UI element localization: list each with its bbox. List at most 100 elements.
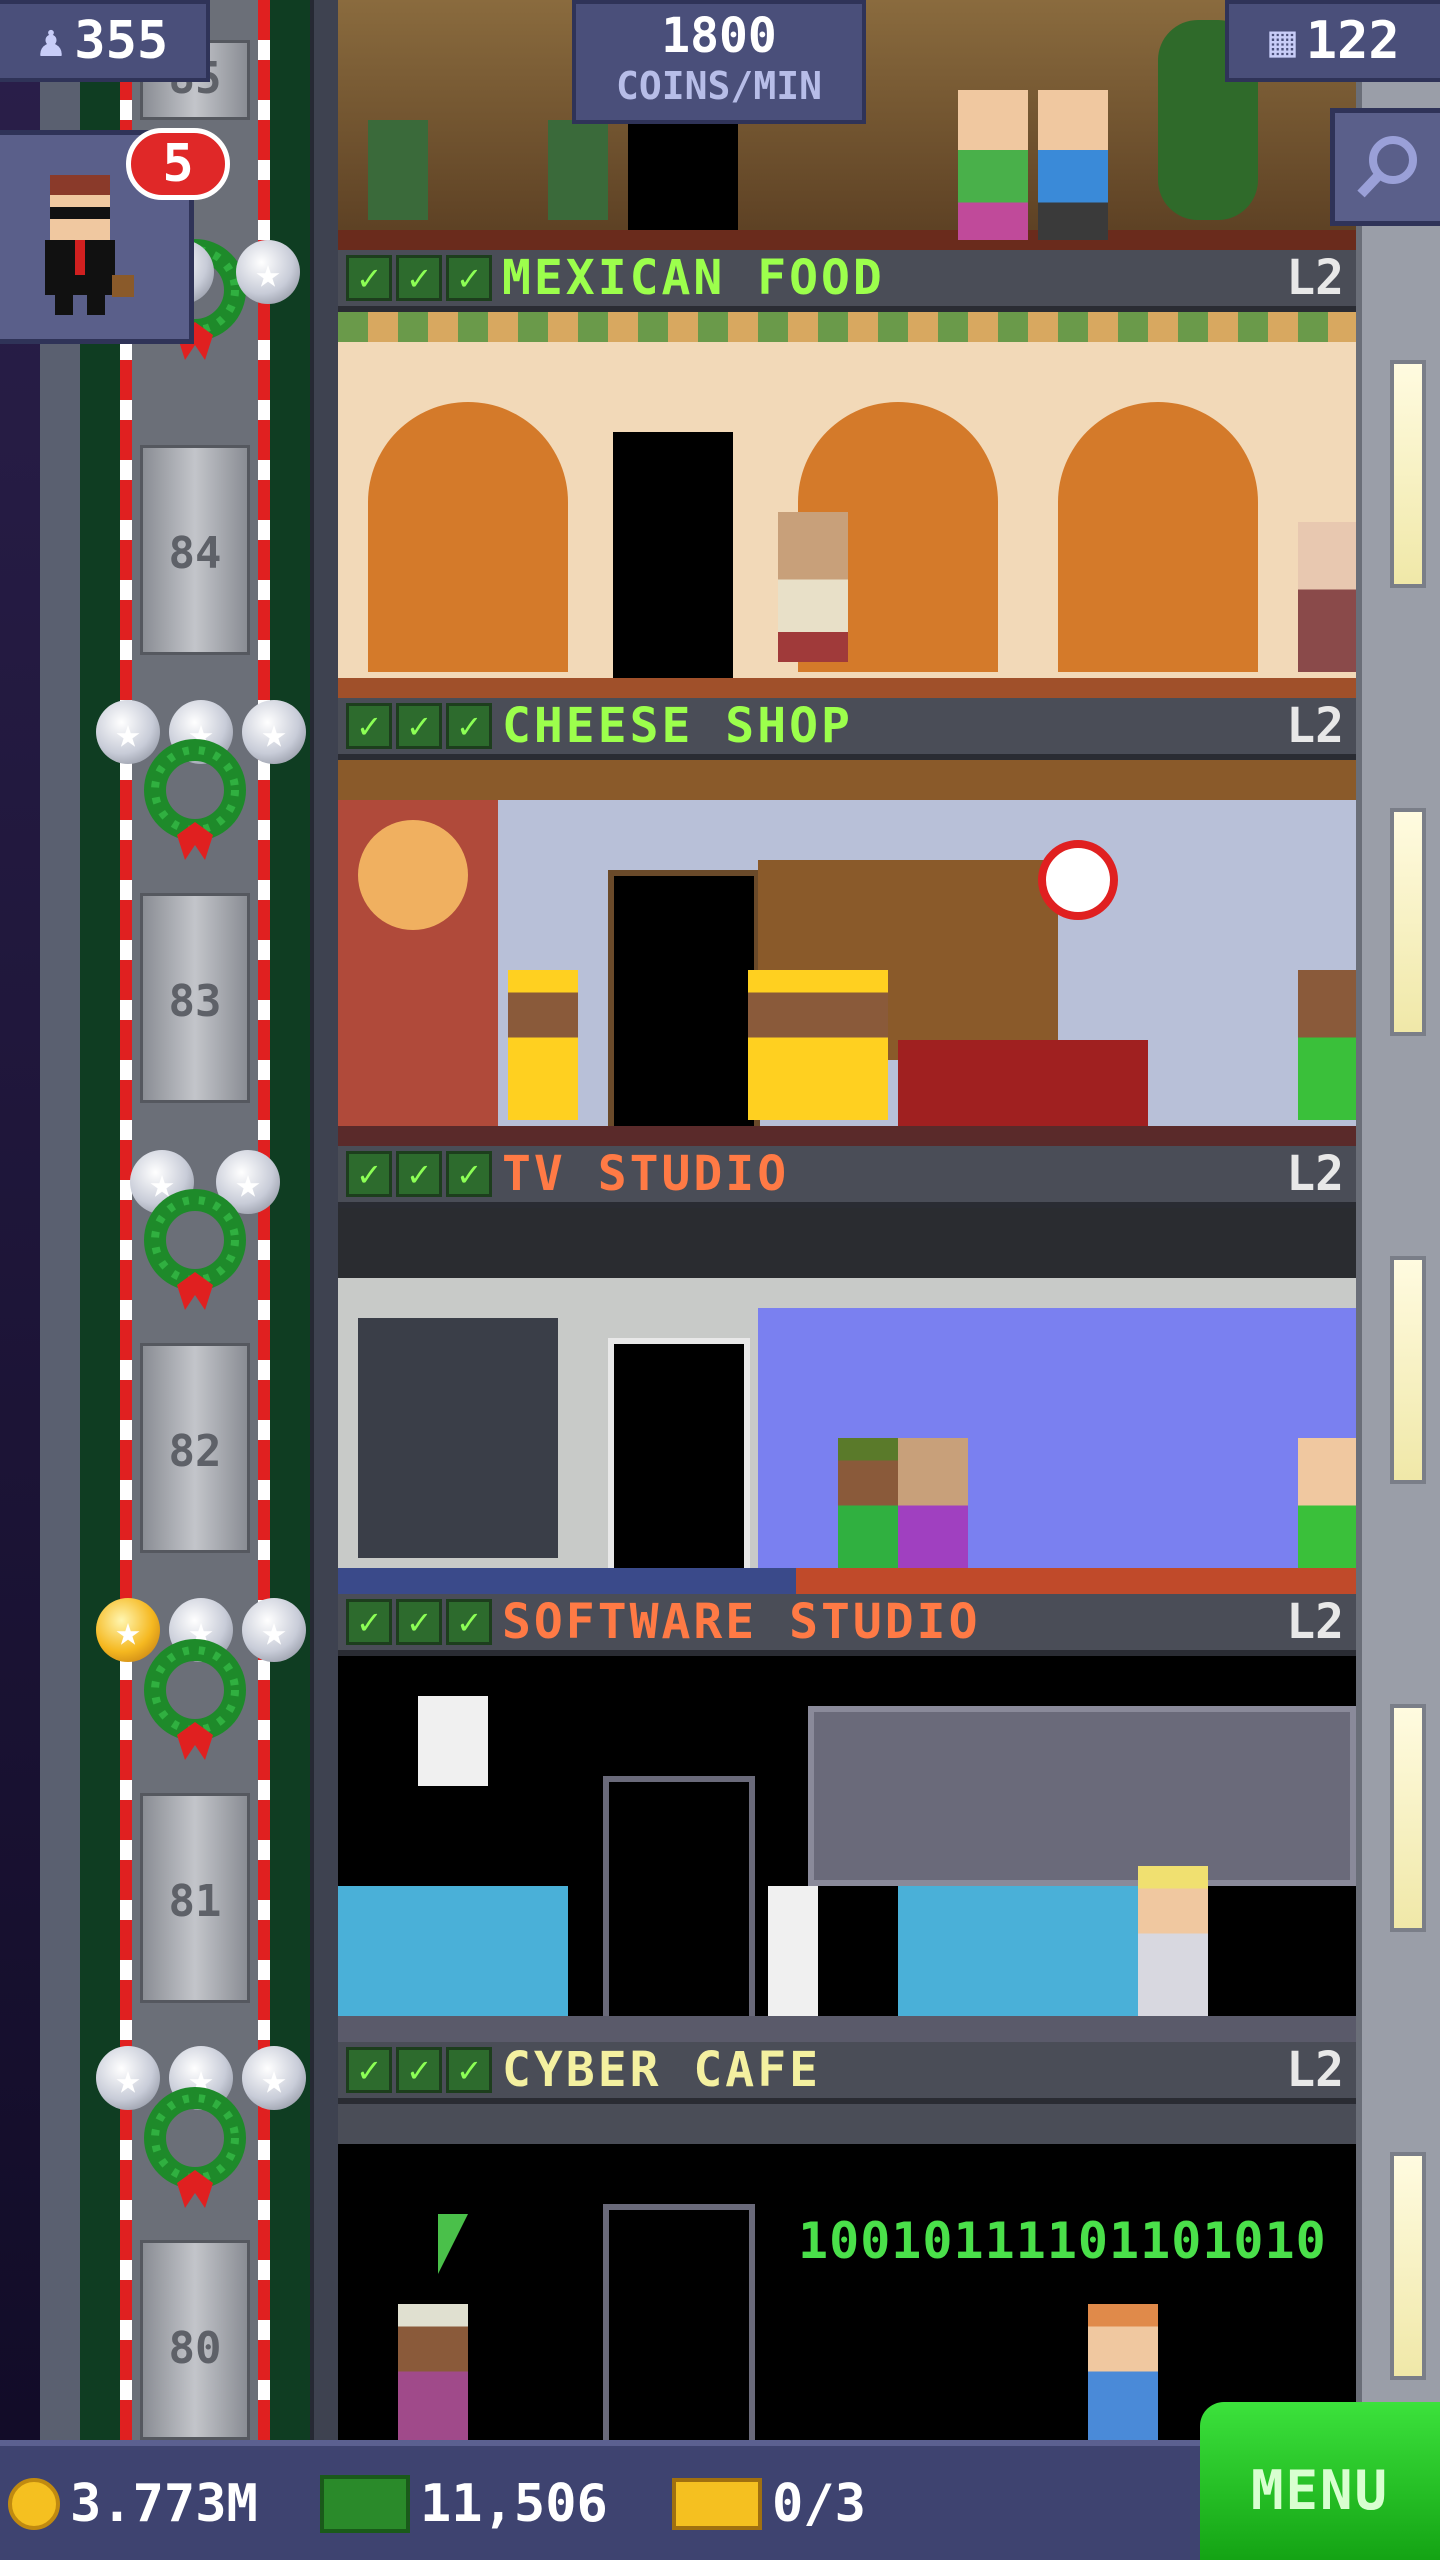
tickets-value: 0/3 [772, 2474, 866, 2534]
floor-header: ✓ ✓ ✓ SOFTWARE STUDIO L2 [338, 1594, 1356, 1656]
floor-number-83: 83 [168, 976, 222, 1027]
check-icon: ✓ [396, 1599, 442, 1645]
floor-number-82: 82 [168, 1426, 222, 1477]
bitizen[interactable] [818, 970, 888, 1120]
coins-value: 3.773M [70, 2474, 258, 2534]
floor-door [608, 870, 760, 1142]
check-icon: ✓ [396, 2047, 442, 2093]
floor-level: L2 [1286, 2042, 1344, 2098]
floor-name: SOFTWARE STUDIO [502, 1594, 981, 1650]
room-interior [338, 1208, 1356, 1594]
chair [368, 120, 428, 220]
bux-value: 11,506 [420, 2474, 608, 2534]
star-icon: ★ [242, 2046, 306, 2110]
floor-number-80: 80 [168, 2323, 222, 2374]
floor-ground [338, 1568, 1356, 1594]
tickets-display[interactable]: 0/3 [672, 2472, 866, 2536]
vip-count-badge: 5 [126, 128, 230, 200]
room-interior [338, 312, 1356, 698]
check-icon: ✓ [396, 255, 442, 301]
cheese-wheel [358, 820, 468, 930]
wall-trim [338, 312, 1356, 342]
bitizen[interactable] [508, 970, 578, 1120]
stock-checks: ✓ ✓ ✓ [346, 255, 492, 301]
elevator-door-83: 83 [140, 893, 250, 1103]
binary-sign: 10010111101101010 [798, 2212, 1327, 2270]
check-icon: ✓ [446, 2047, 492, 2093]
bitizen[interactable] [1298, 970, 1356, 1120]
room-interior: 10010111101101010 [338, 2104, 1356, 2440]
search-button[interactable] [1330, 108, 1440, 226]
space-background [0, 0, 40, 2440]
floor-level: L2 [1286, 698, 1344, 754]
floor-level: L2 [1286, 250, 1344, 306]
check-icon: ✓ [396, 1151, 442, 1197]
check-icon: ✓ [346, 2047, 392, 2093]
bitizen[interactable] [1038, 90, 1108, 240]
office-window [808, 1706, 1356, 1886]
floor-header: ✓ ✓ ✓ MEXICAN FOOD L2 [338, 250, 1356, 312]
floor-ground [338, 2016, 1356, 2042]
control-console [358, 1318, 558, 1558]
floor-count-value: 122 [1305, 11, 1400, 71]
bux-icon [320, 2475, 410, 2533]
lighting-rig [338, 1208, 1356, 1278]
coins-display[interactable]: 3.773M [8, 2472, 258, 2536]
floor-name: TV STUDIO [502, 1146, 790, 1202]
bitizen[interactable] [1298, 1438, 1356, 1588]
wreath-icon [142, 730, 248, 880]
floor-level: L2 [1286, 1594, 1344, 1650]
check-icon: ✓ [446, 1151, 492, 1197]
floor-header: ✓ ✓ ✓ CYBER CAFE L2 [338, 2042, 1356, 2104]
check-icon: ✓ [346, 703, 392, 749]
cursor-icon [438, 2214, 468, 2274]
stock-checks: ✓ ✓ ✓ [346, 1151, 492, 1197]
floor-mexican-food[interactable]: ✓ ✓ ✓ MEXICAN FOOD L2 [338, 250, 1356, 698]
coins-rate-panel: 1800 COINS/MIN [572, 0, 866, 124]
search-icon [1356, 136, 1417, 198]
population-counter[interactable]: ♟ 355 [0, 0, 210, 82]
counter [898, 1040, 1148, 1130]
window [1390, 2152, 1426, 2380]
check-icon: ✓ [346, 1599, 392, 1645]
bitizen[interactable] [1298, 522, 1356, 672]
arch-booth [368, 402, 568, 672]
chair [548, 120, 608, 220]
floor-software-studio[interactable]: ✓ ✓ ✓ SOFTWARE STUDIO L2 [338, 1594, 1356, 2042]
floor-level: L2 [1286, 1146, 1344, 1202]
menu-button[interactable]: MENU [1200, 2402, 1440, 2560]
bitizen[interactable] [748, 970, 818, 1120]
floor-count-counter[interactable]: ▦ 122 [1225, 0, 1440, 82]
stock-checks: ✓ ✓ ✓ [346, 703, 492, 749]
bitizen[interactable] [1088, 2304, 1158, 2440]
window [1390, 360, 1426, 588]
vip-agent-icon [45, 175, 134, 315]
room-interior [338, 1656, 1356, 2042]
wreath-icon [142, 1180, 248, 1330]
bitizen[interactable] [398, 2304, 468, 2440]
game-screen: 85 ★ ★ 84 ★ ★ ★ 83 ★ ★ 82 ★ ★ ★ 81 ★ ★ ★ [0, 0, 1440, 2560]
window [1390, 808, 1426, 1036]
floor-door [628, 120, 738, 245]
ticket-icon [672, 2478, 762, 2530]
bitizen[interactable] [958, 90, 1028, 240]
elevator-door-80: 80 [140, 2240, 250, 2440]
coins-rate-value: 1800 [661, 8, 777, 64]
elevator-door-82: 82 [140, 1343, 250, 1553]
bux-display[interactable]: 11,506 [320, 2472, 608, 2536]
stock-checks: ✓ ✓ ✓ [346, 1599, 492, 1645]
bitizen[interactable] [898, 1438, 968, 1588]
floor-ground [338, 678, 1356, 698]
floor-cyber-cafe[interactable]: ✓ ✓ ✓ CYBER CAFE L2 10010111101101010 [338, 2042, 1356, 2440]
check-icon: ✓ [446, 1599, 492, 1645]
bitizen[interactable] [1138, 1866, 1208, 2016]
floor-name: CYBER CAFE [502, 2042, 821, 2098]
floor-tv-studio[interactable]: ✓ ✓ ✓ TV STUDIO L2 [338, 1146, 1356, 1594]
window [1390, 1256, 1426, 1484]
check-icon: ✓ [446, 255, 492, 301]
floor-cheese-shop[interactable]: ✓ ✓ ✓ CHEESE SHOP L2 [338, 698, 1356, 1146]
coin-icon [8, 2478, 60, 2530]
floor-door [613, 432, 733, 682]
check-icon: ✓ [346, 255, 392, 301]
bitizen[interactable] [778, 512, 848, 662]
